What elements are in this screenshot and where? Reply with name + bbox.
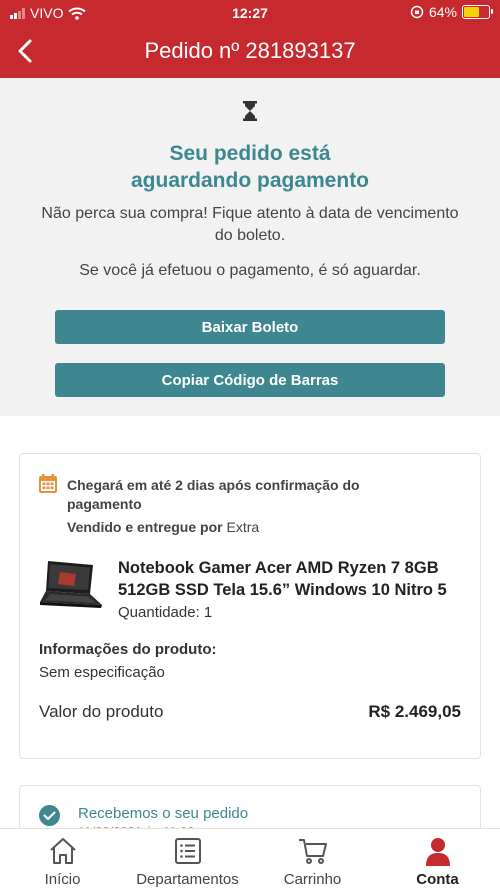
list-icon [174,838,201,864]
nav-item-home[interactable]: Início [0,829,125,889]
nav-label-departments: Departamentos [136,871,239,888]
product-name-line1: Notebook Gamer Acer AMD Ryzen 7 8GB [118,559,439,577]
status-bar: VIVO 12:27 64% [0,0,500,26]
nav-item-cart[interactable]: Carrinho [250,829,375,889]
cart-icon [298,839,327,864]
battery-percent: 64% [428,4,457,20]
copy-barcode-button[interactable]: Copiar Código de Barras [55,363,445,397]
pending-note: Se você já efetuou o pagamento, é só agu… [79,262,421,279]
check-circle-icon [39,805,60,826]
product-info-label: Informações do produto: [39,641,217,658]
user-icon [425,838,450,866]
orientation-lock-icon [410,5,424,19]
sold-by: Vendido e entregue por Extra [67,519,259,535]
nav-item-account[interactable]: Conta [375,829,500,889]
app-header: Pedido nº 281893137 [0,26,500,78]
pending-title: Seu pedido está aguardando pagamento [130,142,370,192]
sold-by-label: Vendido e entregue por [67,519,223,535]
status-right: 64% [410,4,493,20]
product-info-value: Sem especificação [39,664,165,681]
product-name[interactable]: Notebook Gamer Acer AMD Ryzen 7 8GB 512G… [118,557,463,601]
pending-message: Não perca sua compra! Fique atento à dat… [41,205,459,244]
battery-icon [462,5,493,19]
product-image[interactable] [38,558,104,612]
product-name-line2: 512GB SSD Tela 15.6” Windows 10 Nitro 5 [118,581,447,599]
product-quantity: Quantidade: 1 [118,604,213,621]
nav-label-account: Conta [416,871,459,888]
page-title: Pedido nº 281893137 [144,38,356,63]
product-value-amount: R$ 2.469,05 [368,702,461,721]
order-card: Chegará em até 2 dias após confirmação d… [19,453,481,759]
delivery-estimate: Chegará em até 2 dias após confirmação d… [67,477,360,512]
nav-label-home: Início [44,871,81,888]
pending-payment-panel: Seu pedido está aguardando pagamento Não… [0,78,500,416]
hourglass-icon [243,101,257,121]
download-boleto-button[interactable]: Baixar Boleto [55,310,445,344]
calendar-icon [39,474,57,493]
product-value-label: Valor do produto [39,702,164,721]
nav-item-departments[interactable]: Departamentos [125,829,250,889]
bottom-nav: Início Departamentos Carrinho Conta [0,828,500,889]
nav-label-cart: Carrinho [283,871,342,888]
seller-name: Extra [226,519,260,535]
home-icon [49,838,76,864]
timeline-step-label: Recebemos o seu pedido [78,805,249,822]
